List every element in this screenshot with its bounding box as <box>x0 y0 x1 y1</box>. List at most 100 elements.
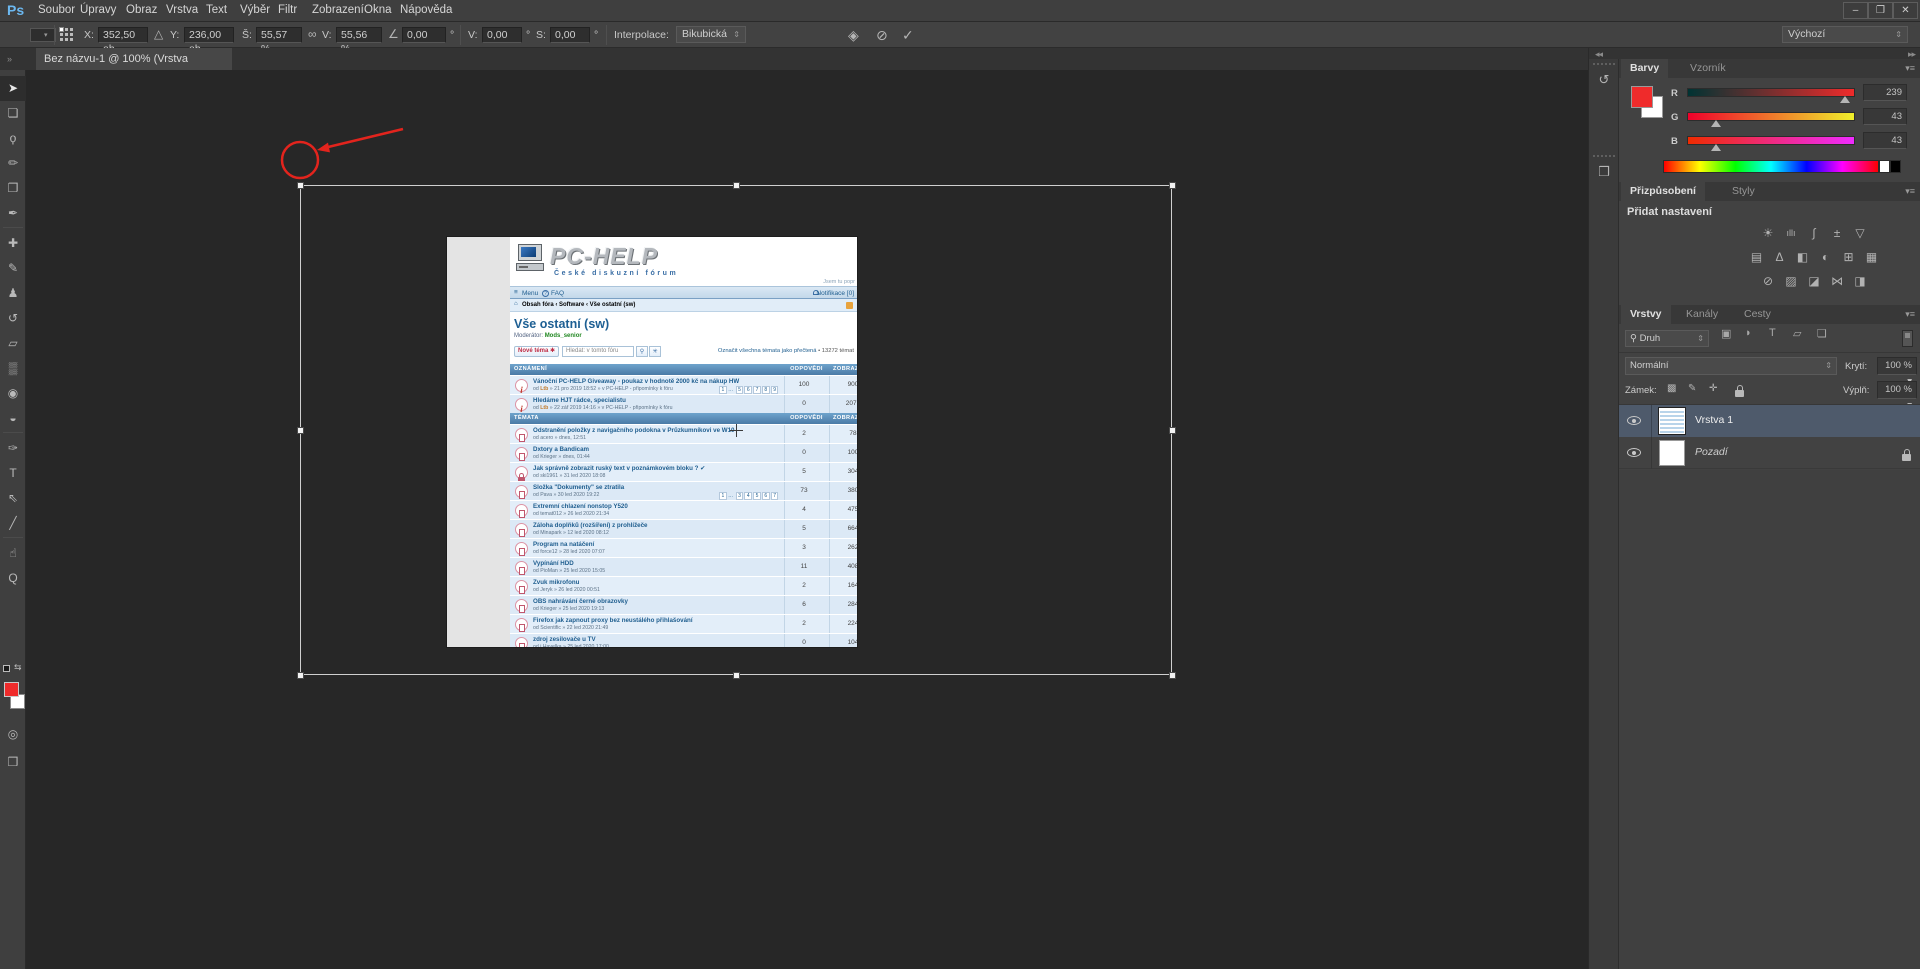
menu-vyber[interactable]: Výběr <box>240 4 270 16</box>
menu-soubor[interactable]: Soubor <box>38 4 75 16</box>
history-brush-tool[interactable]: ↺ <box>0 306 26 331</box>
path-selection-tool[interactable]: ⇖ <box>0 486 26 511</box>
dodge-tool[interactable]: ◒ <box>0 406 26 431</box>
levels-icon[interactable]: ıllı <box>1781 225 1802 241</box>
relative-position-icon[interactable]: △ <box>154 27 163 41</box>
angle-input[interactable]: 0,00 <box>402 27 446 43</box>
filter-shape-layers-icon[interactable]: ▱ <box>1793 327 1801 340</box>
tool-preset-arrow-icon[interactable]: ▾ <box>44 31 48 39</box>
color-lookup-icon[interactable]: ▦ <box>1861 249 1882 265</box>
opacity-input[interactable]: 100 % ▾ <box>1877 357 1917 387</box>
minimize-button[interactable]: – <box>1843 2 1868 19</box>
transform-handle[interactable] <box>297 427 304 434</box>
vibrance-icon[interactable]: ▽ <box>1850 225 1871 241</box>
white-quickpick[interactable] <box>1879 160 1890 173</box>
transform-handle[interactable] <box>1169 182 1176 189</box>
cancel-transform-icon[interactable]: ⊘ <box>876 27 888 44</box>
tool-preset-icon[interactable] <box>30 28 56 42</box>
crop-tool[interactable]: ❐ <box>0 176 26 201</box>
history-panel-icon[interactable]: ↺ <box>1592 69 1616 91</box>
tab-layers[interactable]: Vrstvy <box>1621 305 1671 324</box>
blend-mode-select[interactable]: Normální ⇕ <box>1625 357 1837 375</box>
photo-filter-icon[interactable]: ◐ <box>1815 249 1836 265</box>
clone-stamp-tool[interactable]: ♟ <box>0 281 26 306</box>
brightness-contrast-icon[interactable]: ☀ <box>1758 225 1779 241</box>
menu-vrstva[interactable]: Vrstva <box>166 4 198 16</box>
exposure-icon[interactable]: ± <box>1827 225 1848 241</box>
tab-channels[interactable]: Kanály <box>1677 305 1727 324</box>
lock-pixels-icon[interactable]: ✎ <box>1688 383 1696 394</box>
pen-tool[interactable]: ✑ <box>0 436 26 461</box>
properties-panel-icon[interactable]: ❒ <box>1592 161 1616 183</box>
restore-button[interactable]: ❐ <box>1868 2 1893 19</box>
channel-value-R[interactable]: 239 <box>1863 84 1907 101</box>
layer-name[interactable]: Vrstva 1 <box>1695 414 1733 426</box>
transform-handle[interactable] <box>297 182 304 189</box>
transform-handle[interactable] <box>733 672 740 679</box>
invert-icon[interactable]: ⊘ <box>1758 273 1779 289</box>
filter-type-layers-icon[interactable]: T <box>1769 327 1776 339</box>
panel-menu-icon[interactable]: ▾≡ <box>1905 186 1915 197</box>
document-tab[interactable]: Bez názvu-1 @ 100% (Vrstva 1,RGB/8) *✕ <box>36 48 232 87</box>
warp-mode-icon[interactable]: ◈ <box>848 27 859 44</box>
menu-upravy[interactable]: Úpravy <box>80 4 116 16</box>
filter-adjustment-layers-icon[interactable]: ◗ <box>1745 327 1752 339</box>
gradient-map-icon[interactable]: ⋈ <box>1827 273 1848 289</box>
x-input[interactable]: 352,50 ob <box>98 27 148 55</box>
curves-icon[interactable]: ∫ <box>1804 225 1825 241</box>
hand-tool[interactable]: ☝ <box>0 541 26 566</box>
panel-foreground-swatch[interactable] <box>1631 86 1653 108</box>
menu-text[interactable]: Text <box>206 4 227 16</box>
menu-obraz[interactable]: Obraz <box>126 4 157 16</box>
channel-slider-thumb[interactable] <box>1711 144 1721 151</box>
vskew-input[interactable]: 0,00 <box>550 27 590 43</box>
eyedropper-tool[interactable]: ✒ <box>0 201 26 226</box>
tab-colors[interactable]: Barvy <box>1621 59 1669 78</box>
tab-styles[interactable]: Styly <box>1723 182 1764 201</box>
tab-swatches[interactable]: Vzorník <box>1681 59 1735 78</box>
channel-value-B[interactable]: 43 <box>1863 132 1907 149</box>
layer-visibility-eye-icon[interactable] <box>1627 416 1641 425</box>
gradient-tool[interactable]: ▒ <box>0 356 26 381</box>
swap-colors-icon[interactable]: ⇆ <box>14 662 22 673</box>
commit-transform-icon[interactable]: ✓ <box>902 27 914 44</box>
move-tool[interactable]: ➤ <box>0 76 26 101</box>
lock-position-icon[interactable]: ✛ <box>1709 383 1717 394</box>
layer-row-vrstva1[interactable]: Vrstva 1 <box>1619 405 1920 437</box>
transform-handle[interactable] <box>733 182 740 189</box>
foreground-color-swatch[interactable] <box>4 682 19 697</box>
screen-mode-icon[interactable]: ❒ <box>0 750 26 775</box>
width-input[interactable]: 55,57 % <box>256 27 302 55</box>
close-button[interactable]: ✕ <box>1893 2 1918 19</box>
channel-slider-R[interactable] <box>1687 88 1855 97</box>
lock-all-icon[interactable] <box>1735 384 1744 402</box>
black-quickpick[interactable] <box>1890 160 1901 173</box>
link-dimensions-icon[interactable]: ∞ <box>308 27 317 41</box>
healing-brush-tool[interactable]: ✚ <box>0 231 26 256</box>
hue-saturation-icon[interactable]: ▤ <box>1746 249 1767 265</box>
workspace-select[interactable]: Výchozí ⇕ <box>1782 26 1908 43</box>
tab-paths[interactable]: Cesty <box>1735 305 1780 324</box>
menu-filtr[interactable]: Filtr <box>278 4 297 16</box>
black-white-icon[interactable]: ◧ <box>1792 249 1813 265</box>
channel-mixer-icon[interactable]: ⊞ <box>1838 249 1859 265</box>
menu-okna[interactable]: Okna <box>364 4 392 16</box>
panel-menu-icon[interactable]: ▾≡ <box>1905 63 1915 74</box>
transform-handle[interactable] <box>1169 672 1176 679</box>
line-tool[interactable]: ╱ <box>0 511 26 536</box>
selective-color-icon[interactable]: ◨ <box>1850 273 1871 289</box>
filter-smart-objects-icon[interactable]: ❏ <box>1817 327 1827 340</box>
menu-zobrazeni[interactable]: Zobrazení <box>312 4 364 16</box>
transform-reference-point[interactable] <box>730 424 743 437</box>
quick-selection-tool[interactable]: ✏ <box>0 151 26 176</box>
channel-slider-thumb[interactable] <box>1840 96 1850 103</box>
layer-filter-toggle[interactable] <box>1902 330 1913 347</box>
marquee-tool[interactable]: ❏ <box>0 101 26 126</box>
channel-value-G[interactable]: 43 <box>1863 108 1907 125</box>
channel-slider-thumb[interactable] <box>1711 120 1721 127</box>
layer-row-pozadi[interactable]: Pozadí <box>1619 437 1920 469</box>
color-spectrum-ramp[interactable] <box>1663 160 1879 173</box>
menu-napoveda[interactable]: Nápověda <box>400 4 452 16</box>
transform-handle[interactable] <box>297 672 304 679</box>
default-colors-icon[interactable] <box>3 665 10 672</box>
